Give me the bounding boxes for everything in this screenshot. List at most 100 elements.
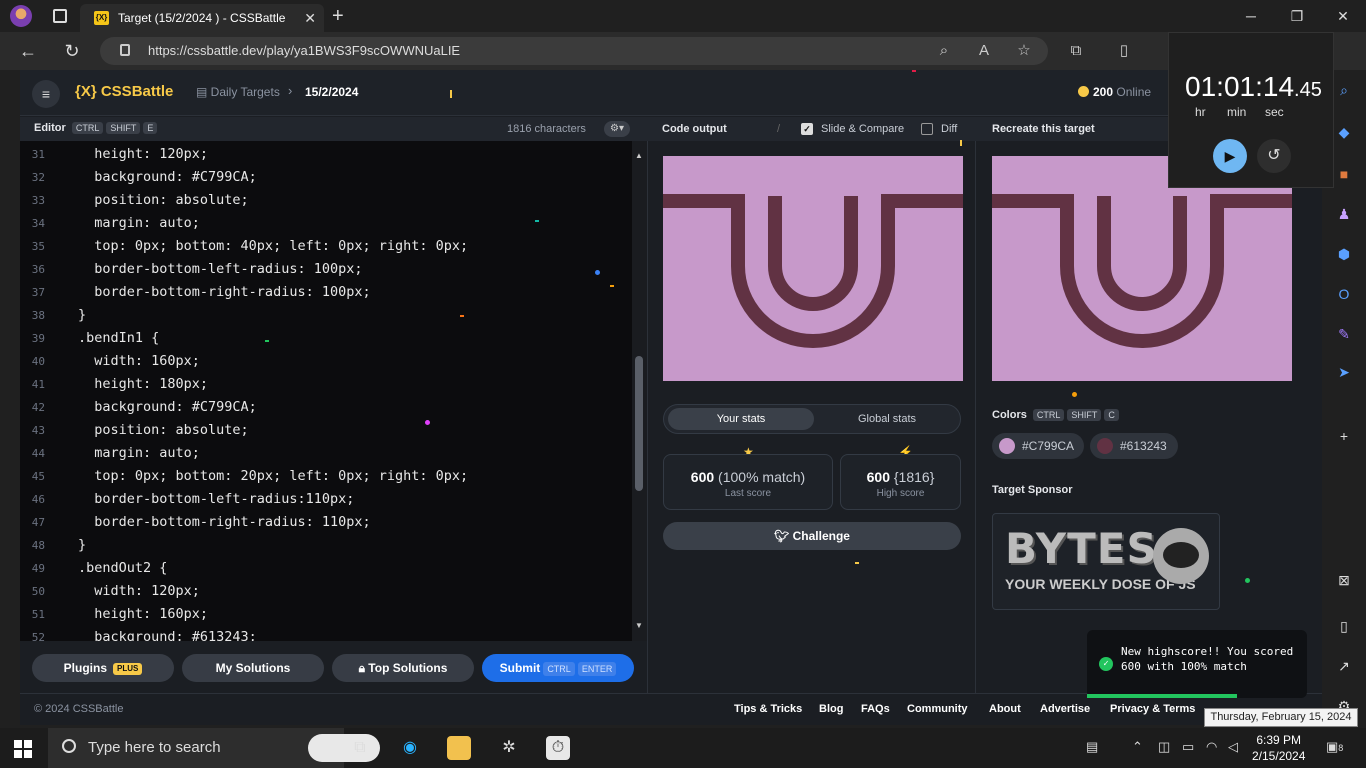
chatgpt-icon[interactable]: ✲ <box>497 736 521 760</box>
browser-tab[interactable]: {X} Target (15/2/2024 ) - CSSBattle ✕ <box>80 4 324 32</box>
notifications-icon[interactable]: ▣8 <box>1326 739 1343 755</box>
news-icon[interactable]: ▤ <box>1086 739 1098 755</box>
line-number: 50 <box>31 585 45 598</box>
wifi-icon[interactable]: ◠ <box>1206 739 1217 755</box>
footer-link-tips[interactable]: Tips & Tricks <box>734 703 802 715</box>
new-tab-icon[interactable]: + <box>332 4 344 28</box>
scrollbar-thumb[interactable] <box>635 356 643 491</box>
code-editor[interactable]: 31 height: 120px; 32 background: #C799CA;… <box>20 141 632 641</box>
code-line[interactable]: 42 background: #C799CA; <box>20 396 632 419</box>
sidebar-layout-icon[interactable]: ▯ <box>1334 616 1354 636</box>
diff-checkbox[interactable] <box>921 123 933 135</box>
screenshot-icon[interactable]: ⊠ <box>1334 570 1354 590</box>
split-screen-icon[interactable]: ▯ <box>1110 37 1138 65</box>
code-line[interactable]: 52 background: #613243; <box>20 626 632 641</box>
shopping-icon[interactable]: ◆ <box>1334 122 1354 142</box>
sponsor-banner[interactable]: BYTES YOUR WEEKLY DOSE OF JS <box>992 513 1220 610</box>
footer-link-privacy[interactable]: Privacy & Terms <box>1110 703 1195 715</box>
code-line[interactable]: 49 .bendOut2 { <box>20 557 632 580</box>
editor-scrollbar[interactable]: ▲ ▼ <box>632 141 647 641</box>
search-sidebar-icon[interactable]: ⌕ <box>1334 80 1354 100</box>
meet-icon[interactable]: ◫ <box>1158 739 1170 755</box>
show-hidden-icons[interactable]: ⌃ <box>1132 739 1143 755</box>
close-window-icon[interactable]: ✕ <box>1320 0 1366 32</box>
code-line[interactable]: 34 margin: auto; <box>20 212 632 235</box>
games-icon[interactable]: ♟ <box>1334 204 1354 224</box>
target-canvas[interactable] <box>992 156 1292 381</box>
code-line[interactable]: 36 border-bottom-left-radius: 100px; <box>20 258 632 281</box>
favorite-star-icon[interactable]: ☆ <box>1010 37 1038 65</box>
editor-settings-icon[interactable]: ⚙▾ <box>604 121 630 137</box>
outlook-icon[interactable]: O <box>1334 284 1354 304</box>
taskbar-search[interactable]: Type here to search <box>48 728 380 768</box>
code-text: border-bottom-left-radius: 100px; <box>78 261 363 277</box>
code-line[interactable]: 47 border-bottom-right-radius: 110px; <box>20 511 632 534</box>
color-swatch-2[interactable]: #613243 <box>1090 433 1178 459</box>
menu-icon[interactable]: ≡ <box>32 80 60 108</box>
slide-compare-checkbox[interactable]: ✓ <box>801 123 813 135</box>
volume-icon[interactable]: ◁ <box>1228 739 1238 755</box>
reset-icon[interactable]: ↺ <box>1257 139 1291 173</box>
open-external-icon[interactable]: ↗ <box>1334 656 1354 676</box>
zoom-icon[interactable]: ⌕ <box>930 37 958 65</box>
add-sidebar-app-icon[interactable]: + <box>1334 426 1354 446</box>
kbd-ctrl: CTRL <box>543 662 575 676</box>
send-icon[interactable]: ➤ <box>1334 362 1354 382</box>
minimize-icon[interactable]: ─ <box>1228 0 1274 32</box>
code-line[interactable]: 44 margin: auto; <box>20 442 632 465</box>
code-line[interactable]: 38} <box>20 304 632 327</box>
code-line[interactable]: 39 .bendIn1 { <box>20 327 632 350</box>
edge-icon[interactable]: ◉ <box>398 736 422 760</box>
scroll-up-icon[interactable]: ▲ <box>635 151 643 160</box>
code-line[interactable]: 50 width: 120px; <box>20 580 632 603</box>
plugins-button[interactable]: Plugins PLUS <box>32 654 174 682</box>
code-line[interactable]: 48} <box>20 534 632 557</box>
code-line[interactable]: 40 width: 160px; <box>20 350 632 373</box>
submit-button[interactable]: Submit CTRL ENTER <box>482 654 634 682</box>
code-line[interactable]: 41 height: 180px; <box>20 373 632 396</box>
designer-icon[interactable]: ✎ <box>1334 324 1354 344</box>
code-line[interactable]: 32 background: #C799CA; <box>20 166 632 189</box>
timer-app-icon[interactable]: ⏱ <box>546 736 570 760</box>
code-line[interactable]: 31 height: 120px; <box>20 143 632 166</box>
global-stats-tab[interactable]: Global stats <box>814 408 960 430</box>
url-input[interactable]: https://cssbattle.dev/play/ya1BWS3F9scOW… <box>100 37 1048 65</box>
extensions-icon[interactable]: ⧉ <box>1062 37 1090 65</box>
color-swatch-1[interactable]: #C799CA <box>992 433 1084 459</box>
code-line[interactable]: 43 position: absolute; <box>20 419 632 442</box>
play-icon[interactable]: ▶ <box>1213 139 1247 173</box>
code-line[interactable]: 33 position: absolute; <box>20 189 632 212</box>
code-line[interactable]: 45 top: 0px; bottom: 20px; left: 0px; ri… <box>20 465 632 488</box>
footer-link-community[interactable]: Community <box>907 703 968 715</box>
tab-actions-icon[interactable] <box>53 9 67 23</box>
back-icon[interactable]: ← <box>15 38 41 64</box>
profile-avatar[interactable] <box>10 5 32 27</box>
windows-start-icon[interactable] <box>14 740 32 758</box>
code-output-canvas[interactable] <box>663 156 963 381</box>
footer-link-about[interactable]: About <box>989 703 1021 715</box>
read-aloud-icon[interactable]: A <box>970 37 998 65</box>
microsoft365-icon[interactable]: ⬢ <box>1334 244 1354 264</box>
refresh-icon[interactable]: ↻ <box>59 38 85 64</box>
breadcrumb-daily-targets[interactable]: ▤ Daily Targets <box>196 85 280 99</box>
task-view-icon[interactable]: ⧉ <box>348 736 372 760</box>
code-line[interactable]: 35 top: 0px; bottom: 40px; left: 0px; ri… <box>20 235 632 258</box>
footer-link-blog[interactable]: Blog <box>819 703 843 715</box>
taskbar-clock[interactable]: 6:39 PM 2/15/2024 <box>1252 732 1305 764</box>
challenge-button[interactable]: 🐦︎ Challenge <box>663 522 961 550</box>
footer-link-advertise[interactable]: Advertise <box>1040 703 1090 715</box>
tools-icon[interactable]: ■ <box>1334 164 1354 184</box>
code-line[interactable]: 37 border-bottom-right-radius: 100px; <box>20 281 632 304</box>
scroll-down-icon[interactable]: ▼ <box>635 621 643 630</box>
footer-link-faqs[interactable]: FAQs <box>861 703 890 715</box>
file-explorer-icon[interactable] <box>447 736 471 760</box>
restore-icon[interactable]: ❐ <box>1274 0 1320 32</box>
top-solutions-button[interactable]: 🔒︎ Top Solutions <box>332 654 474 682</box>
my-solutions-button[interactable]: My Solutions <box>182 654 324 682</box>
code-line[interactable]: 46 border-bottom-left-radius:110px; <box>20 488 632 511</box>
battery-icon[interactable]: ▭ <box>1182 739 1194 755</box>
close-tab-icon[interactable]: ✕ <box>304 4 316 32</box>
site-logo[interactable]: {X} CSSBattle <box>75 83 173 100</box>
your-stats-tab[interactable]: Your stats <box>668 408 814 430</box>
code-line[interactable]: 51 height: 160px; <box>20 603 632 626</box>
